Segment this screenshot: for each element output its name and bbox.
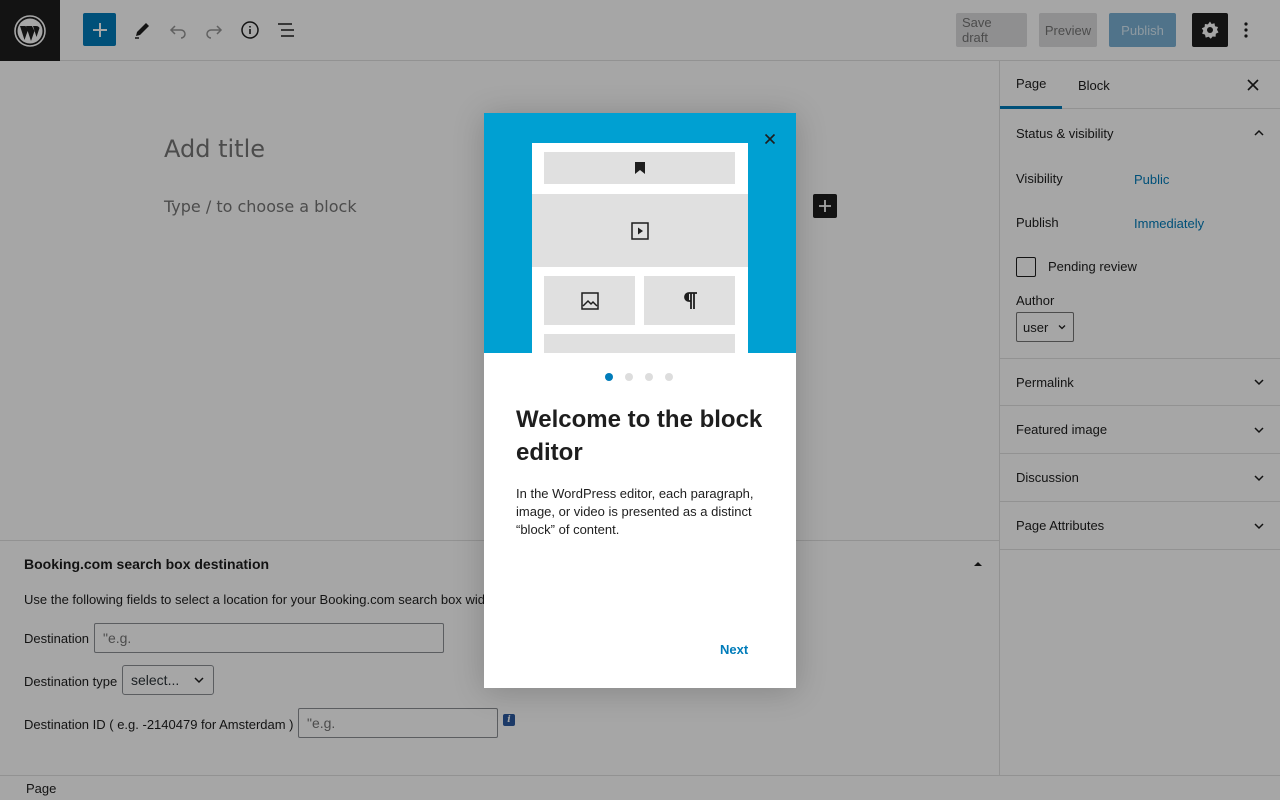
close-icon bbox=[764, 133, 776, 145]
page-dot[interactable] bbox=[665, 373, 673, 381]
illustration-block bbox=[644, 276, 735, 325]
welcome-illustration bbox=[484, 113, 796, 353]
image-icon bbox=[580, 291, 599, 310]
modal-heading: Welcome to the block editor bbox=[516, 406, 763, 466]
page-indicator bbox=[605, 373, 675, 383]
page-dot[interactable] bbox=[645, 373, 653, 381]
illustration-block bbox=[544, 276, 635, 325]
page-dot[interactable] bbox=[605, 373, 613, 381]
video-icon bbox=[631, 221, 649, 240]
paragraph-icon bbox=[683, 291, 697, 309]
welcome-guide-modal: Welcome to the block editor In the WordP… bbox=[484, 113, 796, 688]
modal-body-text: In the WordPress editor, each paragraph,… bbox=[516, 486, 754, 537]
close-modal-button[interactable] bbox=[758, 127, 782, 151]
illustration-card bbox=[532, 143, 748, 353]
illustration-block bbox=[544, 334, 735, 353]
page-dot[interactable] bbox=[625, 373, 633, 381]
illustration-block bbox=[532, 194, 748, 267]
bookmark-icon bbox=[634, 162, 645, 174]
illustration-block bbox=[544, 152, 735, 184]
next-button[interactable]: Next bbox=[720, 637, 748, 661]
